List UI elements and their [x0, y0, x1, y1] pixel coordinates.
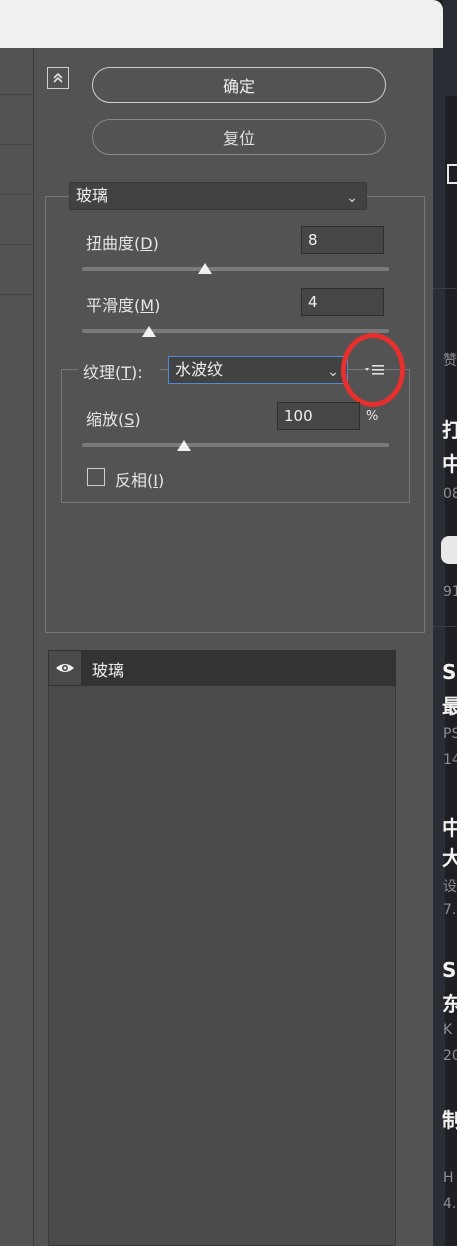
eye-icon[interactable]	[49, 651, 81, 685]
scaling-slider-thumb[interactable]	[177, 440, 191, 451]
title-bar-right	[443, 0, 457, 48]
scaling-unit: %	[366, 409, 379, 424]
annotation-circle	[341, 333, 405, 407]
invert-checkbox[interactable]	[87, 468, 105, 486]
webpage-text: 中文	[442, 816, 457, 840]
divider	[433, 626, 457, 627]
reset-button[interactable]: 复位	[92, 119, 386, 155]
invert-label: 反相(I)	[115, 471, 165, 490]
ok-button[interactable]: 确定	[92, 67, 386, 103]
title-bar	[0, 0, 443, 48]
scaling-input[interactable]: 100	[277, 402, 360, 430]
webpage-text: 08	[443, 486, 457, 502]
effect-layer-list	[48, 650, 396, 1246]
webpage-text: 大	[442, 846, 457, 870]
texture-select[interactable]: 水波纹 ⌄	[168, 356, 348, 384]
chevron-down-icon: ⌄	[346, 190, 358, 206]
webpage-text: 中	[442, 452, 457, 476]
filter-select[interactable]: 玻璃 ⌄	[69, 182, 367, 210]
texture-select-value: 水波纹	[175, 360, 224, 379]
webpage-text: 20	[443, 1048, 457, 1064]
chevron-down-icon: ⌄	[327, 364, 339, 380]
distortion-input[interactable]: 8	[301, 226, 384, 254]
webpage-text: S	[442, 660, 457, 684]
webpage-text: 赞	[443, 353, 457, 369]
distortion-label: 扭曲度(D)	[86, 234, 159, 253]
smoothness-input[interactable]: 4	[301, 288, 384, 316]
texture-label: 纹理(T):	[83, 363, 143, 382]
webpage-text: 东	[442, 992, 457, 1016]
distortion-slider-thumb[interactable]	[198, 263, 212, 274]
webpage-text: 7.	[443, 902, 457, 918]
webpage-text: 14	[443, 752, 457, 768]
webpage-text: 打	[442, 418, 457, 442]
scaling-slider-track[interactable]	[82, 443, 389, 447]
scaling-label: 缩放(S)	[86, 410, 141, 429]
webpage-text: 最	[442, 694, 457, 718]
webpage-text: S	[442, 958, 457, 982]
preview-area-edge	[0, 48, 34, 1246]
webpage-text: 制	[442, 1108, 457, 1132]
background-webpage	[433, 48, 457, 1246]
webpage-text: 4.	[443, 1196, 457, 1212]
star-icon	[441, 536, 457, 564]
webpage-icon	[447, 164, 457, 184]
webpage-text: 91	[443, 584, 457, 600]
smoothness-slider-thumb[interactable]	[142, 326, 156, 337]
collapse-icon[interactable]	[47, 67, 69, 89]
webpage-text: PS	[443, 726, 457, 742]
distortion-slider-track[interactable]	[82, 267, 389, 271]
webpage-text: H	[443, 1170, 454, 1186]
effect-layer-name: 玻璃	[92, 661, 125, 680]
webpage-text: K	[443, 1022, 453, 1038]
filter-select-value: 玻璃	[76, 186, 109, 205]
divider	[433, 288, 457, 289]
smoothness-slider-track[interactable]	[82, 329, 389, 333]
webpage-text: 设	[443, 879, 457, 895]
smoothness-label: 平滑度(M)	[86, 296, 161, 315]
